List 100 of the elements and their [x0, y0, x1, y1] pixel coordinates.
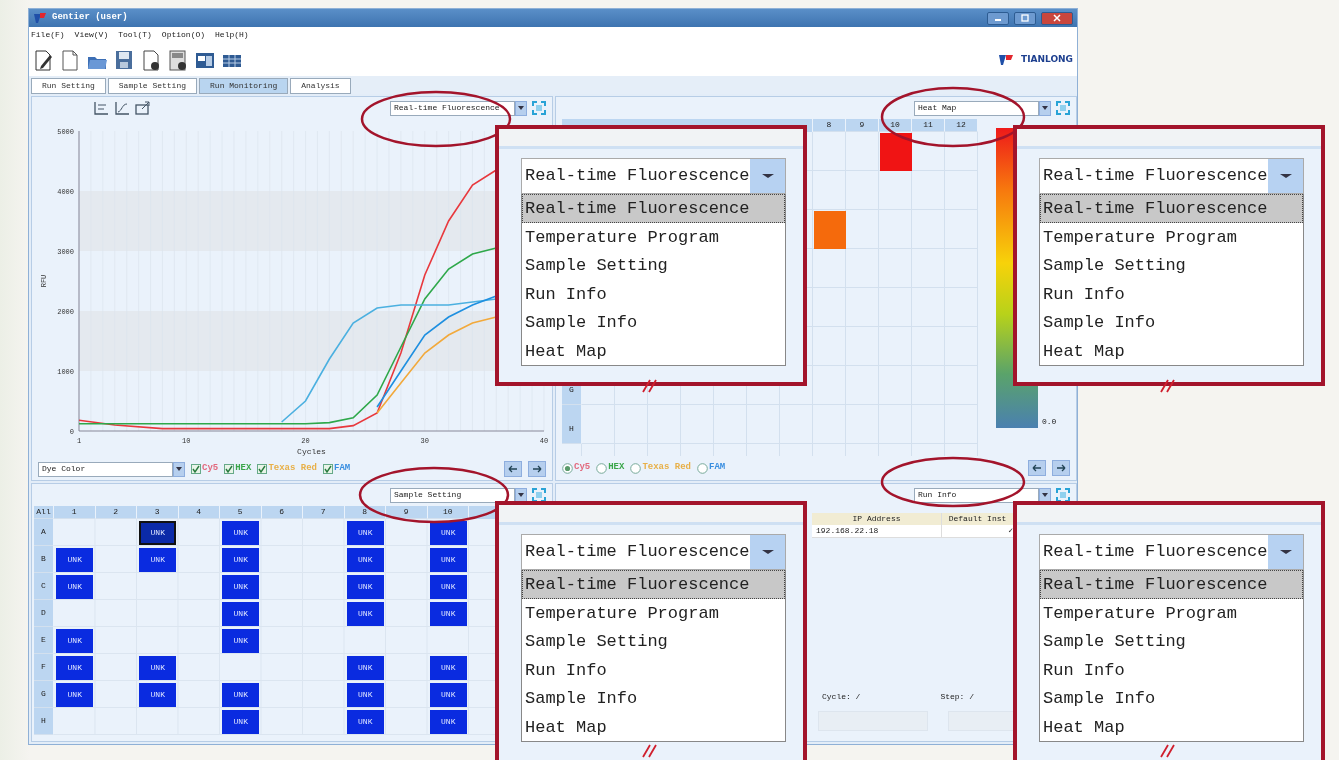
- well-tag[interactable]: UNK: [346, 520, 384, 545]
- row-header[interactable]: D: [34, 600, 54, 627]
- checkbox[interactable]: [257, 464, 268, 474]
- maximize-button[interactable]: [1014, 11, 1036, 25]
- row-header[interactable]: H: [34, 708, 54, 735]
- well-tag[interactable]: UNK: [429, 709, 467, 734]
- dropdown-option[interactable]: Temperature Program: [522, 222, 785, 251]
- view-dropdown[interactable]: Heat Map: [914, 100, 1039, 116]
- menu-item[interactable]: View(V): [74, 29, 109, 41]
- axis-curve-icon[interactable]: [114, 101, 130, 115]
- dropdown-option[interactable]: Run Info: [522, 279, 785, 308]
- radio-button[interactable]: [596, 462, 608, 474]
- well-tag[interactable]: UNK: [56, 547, 94, 572]
- column-header[interactable]: 5: [220, 506, 262, 519]
- dropdown-button[interactable]: [1039, 100, 1051, 116]
- view-dropdown[interactable]: Real-time Fluorescence: [1039, 158, 1304, 194]
- dropdown-option[interactable]: Real-time Fluorescence: [1040, 194, 1303, 223]
- well-tag[interactable]: UNK: [56, 628, 94, 653]
- dropdown-button[interactable]: [173, 461, 185, 477]
- menu-item[interactable]: Option(O): [161, 29, 206, 41]
- dropdown-option[interactable]: Heat Map: [522, 712, 785, 741]
- row-header[interactable]: E: [34, 627, 54, 654]
- well-tag[interactable]: UNK: [222, 628, 260, 653]
- well-tag[interactable]: UNK: [56, 574, 94, 599]
- column-header[interactable]: 6: [261, 506, 303, 519]
- tab[interactable]: Run Monitoring: [199, 78, 289, 94]
- view-dropdown[interactable]: Real-time Fluorescence: [390, 100, 515, 116]
- dropdown-option[interactable]: Real-time Fluorescence: [1040, 570, 1303, 599]
- dropdown-option[interactable]: Sample Setting: [1040, 627, 1303, 656]
- axis-icon[interactable]: [93, 101, 109, 115]
- well-tag[interactable]: UNK: [346, 655, 384, 680]
- well-tag[interactable]: UNK: [429, 547, 467, 572]
- well-tag[interactable]: UNK: [222, 709, 260, 734]
- column-header[interactable]: 4: [178, 506, 220, 519]
- dropdown-option[interactable]: Temperature Program: [522, 598, 785, 627]
- well-tag[interactable]: UNK: [139, 520, 177, 545]
- dropdown-option[interactable]: Sample Setting: [522, 251, 785, 280]
- document-gear-icon[interactable]: [141, 48, 161, 71]
- well-tag[interactable]: UNK: [429, 682, 467, 707]
- dropdown-button[interactable]: [515, 100, 527, 116]
- close-button[interactable]: [1041, 11, 1073, 25]
- dropdown-option[interactable]: Real-time Fluorescence: [522, 194, 785, 223]
- dropdown-option[interactable]: Heat Map: [1040, 712, 1303, 741]
- well-tag[interactable]: UNK: [346, 709, 384, 734]
- dropdown-option[interactable]: Sample Setting: [1040, 251, 1303, 280]
- well-tag[interactable]: UNK: [139, 655, 177, 680]
- well-tag[interactable]: UNK: [429, 601, 467, 626]
- view-dropdown[interactable]: Real-time Fluorescence: [521, 158, 786, 194]
- well-tag[interactable]: UNK: [139, 547, 177, 572]
- dropdown-option[interactable]: Sample Setting: [522, 627, 785, 656]
- row-header[interactable]: C: [34, 573, 54, 600]
- well-tag[interactable]: UNK: [222, 574, 260, 599]
- column-header[interactable]: 1: [54, 506, 96, 519]
- well-tag[interactable]: UNK: [429, 574, 467, 599]
- column-header[interactable]: 3: [137, 506, 179, 519]
- well-tag[interactable]: UNK: [429, 655, 467, 680]
- tab[interactable]: Analysis: [290, 78, 351, 94]
- dropdown-option[interactable]: Heat Map: [1040, 336, 1303, 365]
- menu-item[interactable]: File(F): [31, 29, 65, 41]
- next-button[interactable]: [528, 461, 546, 477]
- well-tag[interactable]: UNK: [346, 601, 384, 626]
- checkbox[interactable]: [224, 464, 235, 474]
- expand-icon[interactable]: [532, 488, 546, 502]
- view-dropdown[interactable]: Real-time Fluorescence: [521, 534, 786, 570]
- checkbox[interactable]: [191, 464, 201, 474]
- radio-button[interactable]: [562, 462, 573, 474]
- checkbox[interactable]: [323, 464, 333, 474]
- well-tag[interactable]: UNK: [222, 682, 260, 707]
- well-tag[interactable]: UNK: [222, 520, 260, 545]
- minimize-button[interactable]: [987, 11, 1009, 25]
- column-header[interactable]: 10: [427, 506, 469, 519]
- menu-item[interactable]: Tool(T): [118, 29, 152, 41]
- well-tag[interactable]: UNK: [346, 682, 384, 707]
- dropdown-option[interactable]: Run Info: [1040, 655, 1303, 684]
- menu-item[interactable]: Help(H): [215, 29, 249, 41]
- well-tag[interactable]: UNK: [346, 574, 384, 599]
- expand-icon[interactable]: [1056, 488, 1070, 502]
- view-dropdown[interactable]: Real-time Fluorescence: [1039, 534, 1304, 570]
- row-header[interactable]: A: [34, 519, 54, 546]
- tab[interactable]: Sample Setting: [107, 78, 198, 94]
- row-header[interactable]: B: [34, 546, 54, 573]
- dropdown-option[interactable]: Temperature Program: [1040, 598, 1303, 627]
- view-dropdown[interactable]: Sample Setting: [390, 487, 515, 503]
- view-dropdown[interactable]: Run Info: [914, 487, 1039, 503]
- previous-button[interactable]: [504, 461, 522, 477]
- radio-button[interactable]: [697, 462, 708, 474]
- well-tag[interactable]: UNK: [346, 547, 384, 572]
- corner-header[interactable]: All: [34, 506, 54, 519]
- document-icon[interactable]: [60, 48, 80, 71]
- edit-document-icon[interactable]: [33, 48, 53, 71]
- dropdown-option[interactable]: Sample Info: [522, 684, 785, 713]
- dropdown-option[interactable]: Real-time Fluorescence: [522, 570, 785, 599]
- dropdown-option[interactable]: Heat Map: [522, 336, 785, 365]
- well-tag[interactable]: UNK: [222, 547, 260, 572]
- save-icon[interactable]: [114, 48, 134, 71]
- dropdown-option[interactable]: Run Info: [1040, 279, 1303, 308]
- view-dropdown[interactable]: Dye Color: [38, 461, 173, 477]
- report-icon[interactable]: [168, 48, 188, 71]
- well-tag[interactable]: UNK: [222, 601, 260, 626]
- row-header[interactable]: F: [34, 654, 54, 681]
